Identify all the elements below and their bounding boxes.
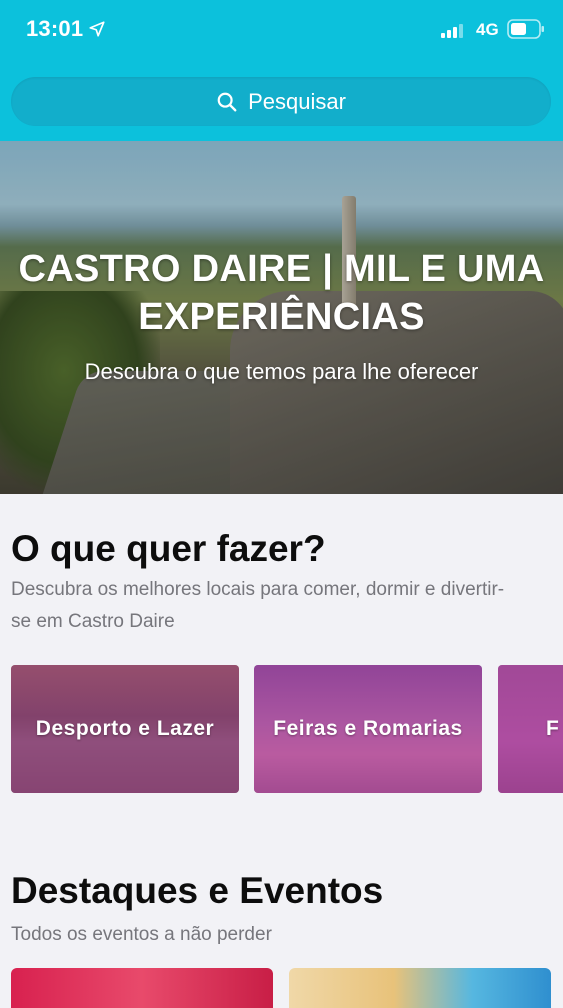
card-label: Desporto e Lazer (35, 717, 215, 740)
card-label: Feiras e Romarias (273, 717, 463, 740)
category-card-partial[interactable]: F (498, 665, 563, 793)
hero-banner[interactable]: CASTRO DAIRE | MIL E UMA EXPERIÊNCIAS De… (0, 141, 563, 494)
battery-icon (507, 19, 544, 39)
card-label: F (546, 717, 560, 740)
hero-title: CASTRO DAIRE | MIL E UMA EXPERIÊNCIAS (18, 248, 545, 338)
search-bar[interactable]: Pesquisar (11, 77, 551, 126)
event-card[interactable] (289, 968, 551, 1008)
section-title-events: Destaques e Eventos (11, 870, 384, 911)
event-card[interactable] (11, 968, 273, 1008)
section-subtitle-events: Todos os eventos a não perder (11, 924, 272, 945)
location-arrow-icon (89, 21, 105, 37)
section-title-activities: O que quer fazer? (11, 528, 326, 569)
category-card-desporto[interactable]: Desporto e Lazer (11, 665, 239, 793)
status-time: 13:01 (26, 16, 84, 41)
signal-bars-icon (441, 24, 463, 38)
search-placeholder: Pesquisar (248, 88, 346, 114)
search-icon (217, 92, 237, 111)
hero-subtitle: Descubra o que temos para lhe oferecer (84, 359, 479, 384)
status-bar: 13:01 4G (0, 0, 563, 60)
activity-carousel[interactable]: Desporto e Lazer Feiras e Romarias F (0, 665, 563, 793)
section-subtitle-activities: Descubra os melhores locais para comer, … (11, 579, 505, 632)
category-card-feiras[interactable]: Feiras e Romarias (254, 665, 482, 793)
network-type: 4G (476, 20, 499, 39)
app-header: 13:01 4G Pesquisar (0, 0, 563, 141)
